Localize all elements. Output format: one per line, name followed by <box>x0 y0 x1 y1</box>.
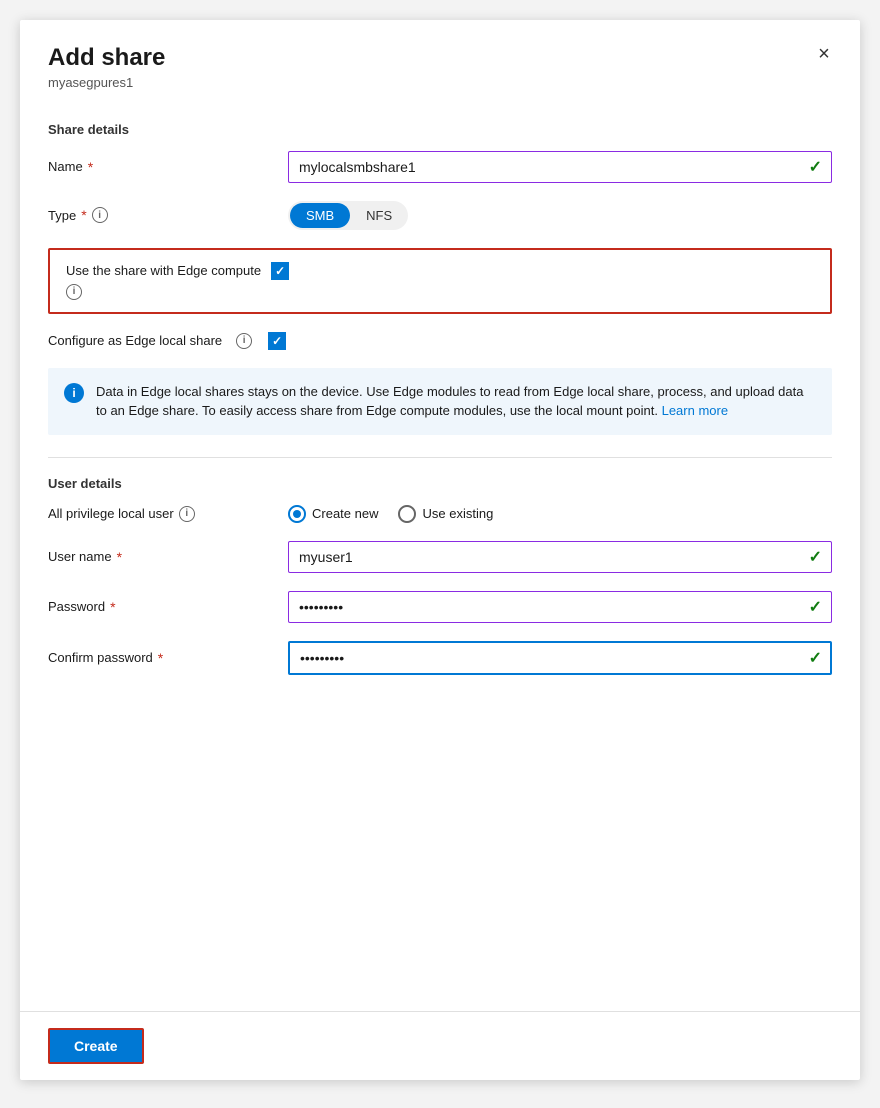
close-button[interactable]: × <box>808 38 840 70</box>
info-box-icon: i <box>64 383 84 403</box>
edge-compute-content: Use the share with Edge compute ✓ i <box>66 262 289 300</box>
radio-group: Create new Use existing <box>288 505 493 523</box>
edge-local-row: Configure as Edge local share i ✓ <box>48 332 832 350</box>
dialog-header: Add share myasegpures1 × <box>20 20 860 98</box>
all-privilege-info-icon[interactable]: i <box>179 506 195 522</box>
edge-compute-box: Use the share with Edge compute ✓ i <box>48 248 832 314</box>
confirm-password-required-star: * <box>158 650 163 666</box>
section-divider <box>48 457 832 458</box>
dialog-footer: Create <box>20 1011 860 1080</box>
password-required-star: * <box>110 599 115 615</box>
name-input-wrapper: ✓ <box>288 151 832 183</box>
edge-compute-row: Use the share with Edge compute ✓ <box>66 262 289 280</box>
name-check-icon: ✓ <box>809 157 822 177</box>
all-privilege-label: All privilege local user i <box>48 506 288 522</box>
username-required-star: * <box>117 549 122 565</box>
name-row: Name * ✓ <box>48 151 832 183</box>
password-check-icon: ✓ <box>809 597 822 617</box>
edge-compute-info-icon[interactable]: i <box>66 284 82 300</box>
confirm-password-input[interactable] <box>288 641 832 675</box>
dialog-body: Share details Name * ✓ Type * i SMB NFS <box>20 98 860 1011</box>
share-details-section-label: Share details <box>48 122 832 137</box>
dialog-subtitle: myasegpures1 <box>48 75 832 90</box>
name-label: Name * <box>48 159 288 175</box>
user-details-section-label: User details <box>48 476 832 491</box>
confirm-password-check-icon: ✓ <box>809 648 822 668</box>
radio-create-new-label: Create new <box>312 506 378 521</box>
create-button[interactable]: Create <box>48 1028 144 1064</box>
username-label: User name * <box>48 549 288 565</box>
type-row: Type * i SMB NFS <box>48 201 832 230</box>
edge-local-label: Configure as Edge local share <box>48 333 222 348</box>
name-required-star: * <box>88 159 93 175</box>
username-input-wrapper: ✓ <box>288 541 832 573</box>
edge-local-info-icon[interactable]: i <box>236 333 252 349</box>
username-input[interactable] <box>288 541 832 573</box>
type-info-icon[interactable]: i <box>92 207 108 223</box>
toggle-smb[interactable]: SMB <box>290 203 350 228</box>
edge-compute-label: Use the share with Edge compute <box>66 263 261 278</box>
dialog-title: Add share <box>48 44 832 73</box>
password-row: Password * ✓ <box>48 591 832 623</box>
radio-use-existing[interactable]: Use existing <box>398 505 493 523</box>
confirm-password-label: Confirm password * <box>48 650 288 666</box>
type-required-star: * <box>81 207 86 223</box>
confirm-password-row: Confirm password * ✓ <box>48 641 832 675</box>
username-check-icon: ✓ <box>809 547 822 567</box>
info-box-text: Data in Edge local shares stays on the d… <box>96 382 816 421</box>
password-input-wrapper: ✓ <box>288 591 832 623</box>
name-input[interactable] <box>288 151 832 183</box>
edge-compute-checkbox[interactable]: ✓ <box>271 262 289 280</box>
password-input[interactable] <box>288 591 832 623</box>
radio-use-existing-circle[interactable] <box>398 505 416 523</box>
password-label: Password * <box>48 599 288 615</box>
edge-compute-info-row: i <box>66 284 289 300</box>
username-row: User name * ✓ <box>48 541 832 573</box>
toggle-nfs[interactable]: NFS <box>350 203 408 228</box>
type-label: Type * i <box>48 207 288 223</box>
radio-create-new[interactable]: Create new <box>288 505 378 523</box>
info-box: i Data in Edge local shares stays on the… <box>48 368 832 435</box>
learn-more-link[interactable]: Learn more <box>662 403 728 418</box>
radio-create-new-circle[interactable] <box>288 505 306 523</box>
type-toggle[interactable]: SMB NFS <box>288 201 408 230</box>
confirm-password-input-wrapper: ✓ <box>288 641 832 675</box>
edge-local-checkbox[interactable]: ✓ <box>268 332 286 350</box>
radio-use-existing-label: Use existing <box>422 506 493 521</box>
add-share-dialog: Add share myasegpures1 × Share details N… <box>20 20 860 1080</box>
all-privilege-row: All privilege local user i Create new Us… <box>48 505 832 523</box>
